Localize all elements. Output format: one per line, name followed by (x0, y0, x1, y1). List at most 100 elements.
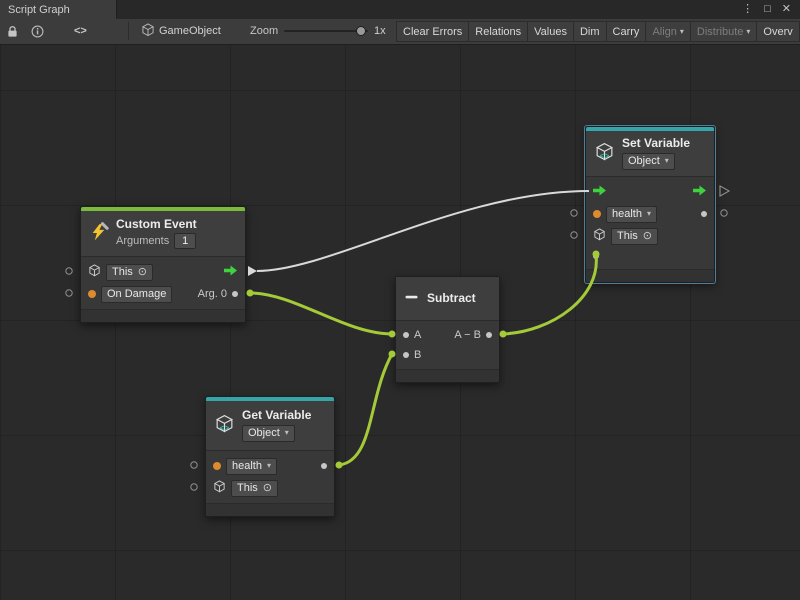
clear-errors-button[interactable]: Clear Errors (396, 21, 468, 42)
close-icon[interactable]: ✕ (782, 4, 791, 15)
graph-canvas[interactable]: Custom Event Arguments 1 This (0, 45, 800, 600)
string-port-icon[interactable] (593, 210, 601, 218)
this-object-field[interactable]: This ⊙ (231, 480, 278, 497)
string-port-icon[interactable] (88, 290, 96, 298)
gameobject-reference[interactable]: GameObject (142, 19, 221, 43)
event-name-row: On Damage Arg. 0 (81, 283, 245, 305)
lightning-icon (89, 222, 109, 245)
overview-button[interactable]: Overv (756, 21, 799, 42)
menu-icon[interactable]: ⋮ (742, 4, 753, 15)
custom-event-header[interactable]: Custom Event Arguments 1 (81, 211, 245, 257)
new-value-input-port[interactable] (593, 253, 599, 259)
wire-getvariable-subtract-b[interactable] (339, 354, 392, 465)
zoom-slider[interactable] (284, 19, 368, 43)
custom-event-body: This ⊙ On Damage Arg. 0 (81, 257, 245, 309)
node-title: Custom Event (116, 218, 197, 232)
unconnected-flow-triangle-icon[interactable] (720, 186, 729, 196)
connected-port-dot[interactable] (500, 331, 507, 338)
value-output-port[interactable] (321, 463, 327, 469)
unconnected-port-circle[interactable] (191, 484, 197, 490)
zoom-slider-track[interactable] (284, 30, 368, 32)
output-port[interactable] (486, 332, 492, 338)
node-footer (81, 309, 245, 322)
tab-script-graph[interactable]: Script Graph (0, 0, 117, 19)
input-b-row: B (396, 345, 499, 365)
unconnected-port-circle[interactable] (66, 268, 72, 274)
variable-cube-icon: <> (214, 414, 235, 438)
variable-cube-icon: <> (594, 142, 615, 166)
this-object-field[interactable]: This ⊙ (611, 228, 658, 245)
subtract-header[interactable]: Subtract (396, 277, 499, 321)
info-icon[interactable] (31, 19, 44, 43)
variable-name-row: health ▾ (206, 455, 334, 477)
get-variable-header[interactable]: <> Get Variable Object ▾ (206, 401, 334, 451)
subtract-node[interactable]: Subtract A A − B B (395, 276, 500, 383)
this-object-field[interactable]: This ⊙ (106, 264, 153, 281)
connected-port-dot[interactable] (336, 462, 343, 469)
scope-dropdown[interactable]: Object ▾ (622, 153, 675, 170)
input-b-port[interactable] (403, 352, 409, 358)
arg0-output-port[interactable] (232, 291, 238, 297)
node-footer (586, 269, 714, 282)
flow-output-arrow-icon[interactable] (693, 185, 707, 199)
unconnected-port-circle[interactable] (721, 210, 727, 216)
cube-icon (593, 228, 606, 244)
input-a-port[interactable] (403, 332, 409, 338)
variable-name-dropdown[interactable]: health ▾ (226, 458, 277, 475)
flow-output-arrow-icon[interactable] (224, 265, 238, 279)
zoom-slider-knob[interactable] (356, 26, 366, 36)
arguments-input[interactable]: 1 (174, 233, 196, 249)
flow-input-arrow-icon[interactable] (593, 185, 607, 199)
tab-bar: Script Graph ⋮ □ ✕ (0, 0, 800, 19)
values-button[interactable]: Values (527, 21, 573, 42)
cube-icon (213, 480, 226, 496)
set-variable-header[interactable]: <> Set Variable Object ▾ (586, 131, 714, 177)
toolbar-separator (128, 22, 129, 40)
set-variable-node[interactable]: <> Set Variable Object ▾ (585, 126, 715, 283)
align-button[interactable]: Align ▾ (645, 21, 689, 42)
event-name-field[interactable]: On Damage (101, 286, 172, 303)
target-port-row: This ⊙ (586, 225, 714, 247)
target-icon: ⊙ (263, 483, 272, 494)
variable-name-dropdown[interactable]: health ▾ (606, 206, 657, 223)
target-port-row: This ⊙ (206, 477, 334, 499)
zoom-value: 1x (374, 19, 386, 43)
string-port-icon[interactable] (213, 462, 221, 470)
relations-button[interactable]: Relations (468, 21, 527, 42)
set-variable-body: health ▾ This ⊙ (586, 177, 714, 269)
toolbar-buttons: Clear Errors Relations Values Dim Carry … (396, 21, 800, 42)
distribute-button[interactable]: Distribute ▾ (690, 21, 756, 42)
input-b-label: B (414, 349, 421, 361)
code-graph-icon[interactable]: <> (74, 19, 87, 43)
wire-subtract-setvariable-value[interactable] (503, 255, 596, 334)
maximize-icon[interactable]: □ (764, 4, 771, 15)
unconnected-port-circle[interactable] (571, 210, 577, 216)
wire-arg0-subtract-a[interactable] (250, 293, 392, 334)
connected-port-dot[interactable] (247, 290, 254, 297)
input-a-row: A A − B (396, 325, 499, 345)
get-variable-node[interactable]: <> Get Variable Object ▾ health ▾ (205, 396, 335, 517)
get-variable-body: health ▾ This ⊙ (206, 451, 334, 503)
custom-event-node[interactable]: Custom Event Arguments 1 This (80, 206, 246, 323)
unity-script-graph-window: Script Graph ⋮ □ ✕ <> (0, 0, 800, 600)
new-value-port-row (586, 247, 714, 265)
value-output-port[interactable] (701, 211, 707, 217)
chevron-down-icon: ▾ (267, 462, 271, 470)
wire-flow-customevent-setvariable[interactable] (257, 191, 589, 271)
carry-button[interactable]: Carry (606, 21, 646, 42)
arg0-port-label: Arg. 0 (198, 288, 227, 300)
graph-toolbar: <> GameObject Zoom 1x Clear Errors Relat… (0, 19, 800, 45)
svg-text:<>: <> (600, 152, 610, 161)
unconnected-port-circle[interactable] (191, 462, 197, 468)
dim-button[interactable]: Dim (573, 21, 606, 42)
unconnected-port-circle[interactable] (66, 290, 72, 296)
unconnected-port-circle[interactable] (571, 232, 577, 238)
arguments-label: Arguments (116, 235, 169, 247)
input-a-label: A (414, 329, 421, 341)
variable-name-row: health ▾ (586, 203, 714, 225)
lock-icon[interactable] (7, 19, 18, 43)
subtract-body: A A − B B (396, 321, 499, 369)
svg-text:<>: <> (220, 424, 230, 433)
chevron-down-icon: ▾ (680, 28, 684, 36)
scope-dropdown[interactable]: Object ▾ (242, 425, 295, 442)
